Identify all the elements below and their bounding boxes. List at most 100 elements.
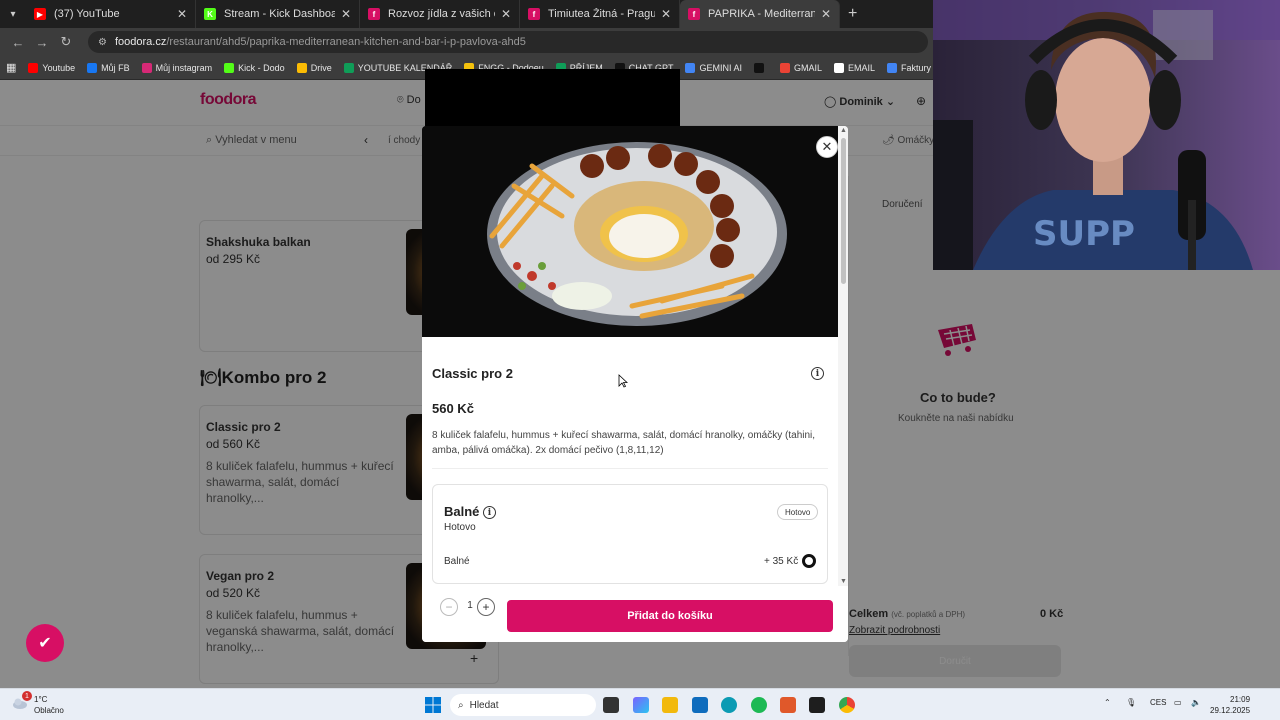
close-modal-button[interactable]: ✕ bbox=[816, 136, 838, 158]
option-price: + 35 Kč bbox=[764, 556, 799, 567]
windows-taskbar: 1 1°C Oblačno ⌕ Hledat ⌃ 🎙 CES ▭ 🔈 21:09 29… bbox=[0, 688, 1280, 720]
weather-temp: 1°C bbox=[34, 695, 48, 704]
divider bbox=[432, 468, 828, 469]
mouse-cursor-icon bbox=[618, 374, 628, 388]
tab-title: Timiutea Žitná - Prague - rozvo bbox=[548, 8, 655, 20]
taskbar-search-placeholder: Hledat bbox=[469, 699, 499, 711]
search-icon: ⌕ bbox=[458, 699, 464, 711]
scroll-down-icon[interactable]: ▼ bbox=[840, 578, 847, 585]
apps-icon[interactable]: ▦ bbox=[6, 61, 16, 74]
task-view-icon[interactable] bbox=[603, 697, 619, 713]
bookmark-icon bbox=[141, 62, 152, 73]
microphone-icon[interactable]: 🎙 bbox=[1126, 698, 1136, 707]
streaming-app-icon[interactable] bbox=[780, 697, 796, 713]
black-overlay-box bbox=[425, 69, 680, 131]
bookmark-item[interactable]: Můj FB bbox=[87, 62, 130, 73]
chrome-icon[interactable] bbox=[839, 697, 855, 713]
windows-start-icon[interactable] bbox=[425, 697, 441, 713]
bookmark-icon bbox=[28, 62, 39, 73]
bookmark-item[interactable]: GMAIL bbox=[779, 62, 822, 73]
tab-title: Stream - Kick Dashboard bbox=[224, 8, 335, 20]
shield-check-icon[interactable]: ✔ bbox=[26, 624, 64, 662]
bookmark-icon bbox=[224, 62, 235, 73]
volume-icon[interactable]: 🔈 bbox=[1191, 698, 1201, 707]
notification-badge: 1 bbox=[22, 691, 32, 701]
close-tab-icon[interactable]: ✕ bbox=[821, 7, 831, 21]
scrollbar-thumb[interactable] bbox=[841, 138, 846, 284]
close-tab-icon[interactable]: ✕ bbox=[341, 7, 351, 21]
bookmark-item[interactable]: Drive bbox=[296, 62, 332, 73]
info-icon[interactable]: i bbox=[811, 367, 824, 380]
network-icon[interactable]: ▭ bbox=[1174, 698, 1182, 707]
url-host: foodora.cz bbox=[114, 36, 167, 48]
product-modal: ✕ ▲ ▼ Classic pro 2 i 560 Kč 8 kuliček f… bbox=[422, 126, 848, 642]
option-group-status: Hotovo bbox=[444, 522, 476, 533]
tab-title: PAPRIKA - Mediterranean Kitch bbox=[708, 8, 815, 20]
browser-tab[interactable]: ▶ (37) YouTube ✕ bbox=[26, 0, 196, 28]
option-radio[interactable] bbox=[802, 554, 816, 568]
bookmark-item[interactable]: Youtube bbox=[28, 62, 76, 73]
tab-title: (37) YouTube bbox=[54, 8, 120, 20]
bookmark-label: EMAIL bbox=[848, 62, 876, 73]
browser-tab[interactable]: f Timiutea Žitná - Prague - rozvo ✕ bbox=[520, 0, 680, 28]
product-title: Classic pro 2 bbox=[432, 366, 513, 381]
terminal-icon[interactable] bbox=[809, 697, 825, 713]
browser-tab[interactable]: K Stream - Kick Dashboard ✕ bbox=[196, 0, 360, 28]
tab-title: Rozvoz jídla z vašich oblíbených bbox=[388, 8, 495, 20]
scroll-up-icon[interactable]: ▲ bbox=[840, 127, 847, 134]
bookmark-item[interactable]: EMAIL bbox=[834, 62, 876, 73]
bookmark-label: Drive bbox=[310, 62, 332, 73]
edge-icon[interactable] bbox=[721, 697, 737, 713]
url-path: /restaurant/ahd5/paprika-mediterranean-k… bbox=[166, 36, 526, 48]
weather-desc: Oblačno bbox=[34, 706, 64, 715]
taskbar-search[interactable]: ⌕ Hledat bbox=[450, 694, 596, 716]
bookmark-item[interactable]: Můj instagram bbox=[141, 62, 213, 73]
modal-footer: − 1 + Přidat do košíku bbox=[422, 586, 848, 642]
tray-chevron-icon[interactable]: ⌃ bbox=[1104, 698, 1111, 707]
close-tab-icon[interactable]: ✕ bbox=[661, 7, 671, 21]
bookmark-icon bbox=[685, 62, 696, 73]
clock[interactable]: 21:09 29.12.2025 bbox=[1210, 694, 1250, 716]
forward-button[interactable]: → bbox=[30, 35, 54, 50]
quantity-increase-button[interactable]: + bbox=[477, 598, 495, 616]
foodora-icon: f bbox=[688, 8, 700, 20]
quantity-decrease-button[interactable]: − bbox=[440, 598, 458, 616]
bookmark-icon bbox=[834, 62, 844, 73]
bookmark-item[interactable] bbox=[753, 62, 768, 73]
option-info-icon[interactable]: i bbox=[483, 506, 496, 519]
reload-button[interactable]: ↻ bbox=[54, 34, 78, 50]
bookmark-label: Můj instagram bbox=[155, 62, 213, 73]
address-bar[interactable]: ⚙ foodora.cz/restaurant/ahd5/paprika-med… bbox=[88, 31, 928, 53]
bookmark-item[interactable]: GEMINI AI bbox=[685, 62, 742, 73]
back-button[interactable]: ← bbox=[6, 35, 30, 50]
webcam-overlay: SUPP bbox=[933, 0, 1280, 270]
address-row: ← → ↻ ⚙ foodora.cz/restaurant/ahd5/papri… bbox=[0, 28, 933, 56]
option-label[interactable]: Balné bbox=[444, 556, 470, 567]
add-to-cart-button[interactable]: Přidat do košíku bbox=[507, 600, 833, 632]
new-tab-button[interactable]: + bbox=[848, 5, 857, 23]
browser-tab[interactable]: f PAPRIKA - Mediterranean Kitch ✕ bbox=[680, 0, 840, 28]
bookmark-icon bbox=[87, 62, 98, 73]
clock-time: 21:09 bbox=[1230, 695, 1251, 704]
bookmark-label: Youtube bbox=[42, 62, 76, 73]
browser-tab-strip: ▾ ▶ (37) YouTube ✕ K Stream - Kick Dashboard… bbox=[0, 0, 933, 28]
product-price: 560 Kč bbox=[432, 401, 474, 416]
copilot-icon[interactable] bbox=[633, 697, 649, 713]
modal-scrollbar[interactable]: ▲ ▼ bbox=[838, 126, 848, 586]
outlook-icon[interactable] bbox=[692, 697, 708, 713]
bookmark-item[interactable]: Kick - Dodo bbox=[224, 62, 285, 73]
language-indicator[interactable]: CES bbox=[1150, 698, 1166, 707]
close-tab-icon[interactable]: ✕ bbox=[177, 7, 187, 21]
spotify-icon[interactable] bbox=[751, 697, 767, 713]
site-info-icon[interactable]: ⚙ bbox=[98, 37, 107, 48]
browser-tab[interactable]: f Rozvoz jídla z vašich oblíbených ✕ bbox=[360, 0, 520, 28]
bookmark-icon bbox=[753, 62, 764, 73]
status-badge: Hotovo bbox=[777, 504, 819, 520]
close-tab-icon[interactable]: ✕ bbox=[501, 7, 511, 21]
product-description: 8 kuliček falafelu, hummus + kuřecí shaw… bbox=[432, 430, 816, 456]
foodora-icon: f bbox=[368, 8, 380, 20]
file-explorer-icon[interactable] bbox=[662, 697, 678, 713]
option-group-title: Balné bbox=[444, 504, 480, 519]
tab-search-button[interactable]: ▾ bbox=[0, 0, 26, 28]
svg-text:SUPP: SUPP bbox=[1033, 214, 1135, 254]
